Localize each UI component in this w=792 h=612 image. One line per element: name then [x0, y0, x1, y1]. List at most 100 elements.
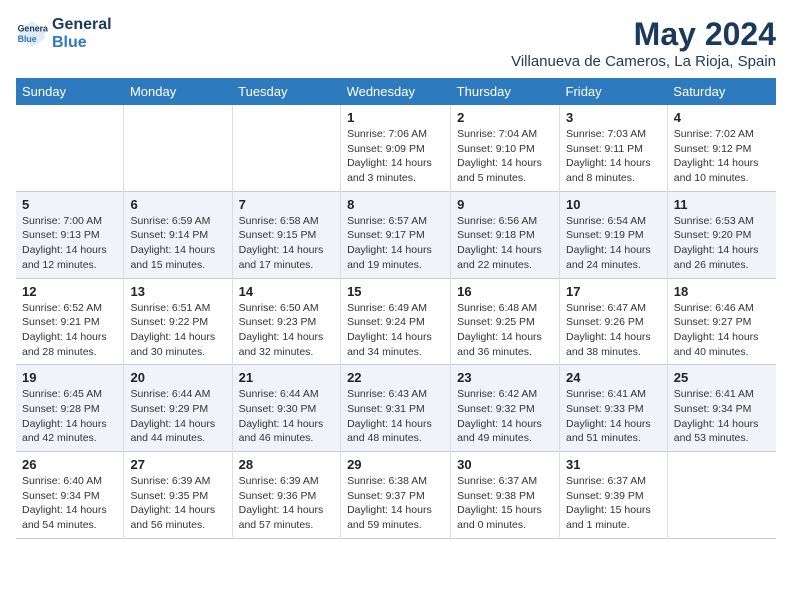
day-number: 31 [566, 457, 661, 472]
col-header-saturday: Saturday [667, 78, 776, 105]
day-number: 6 [130, 197, 225, 212]
calendar-cell: 4 Sunrise: 7:02 AMSunset: 9:12 PMDaylight… [667, 105, 776, 191]
day-info: Sunrise: 6:38 AMSunset: 9:37 PMDaylight:… [347, 474, 444, 533]
day-info: Sunrise: 6:39 AMSunset: 9:36 PMDaylight:… [239, 474, 334, 533]
day-number: 8 [347, 197, 444, 212]
day-info: Sunrise: 6:44 AMSunset: 9:29 PMDaylight:… [130, 387, 225, 446]
calendar-cell: 1Sunrise: 7:06 AMSunset: 9:09 PMDaylight… [341, 105, 451, 191]
calendar-cell: 16 Sunrise: 6:48 AMSunset: 9:25 PMDayligh… [451, 278, 560, 365]
calendar-header-row: SundayMondayTuesdayWednesdayThursdayFrid… [16, 78, 776, 105]
day-info: Sunrise: 6:37 AMSunset: 9:39 PMDaylight:… [566, 474, 661, 533]
day-info: Sunrise: 7:00 AMSunset: 9:13 PMDaylight:… [22, 214, 117, 273]
day-number: 22 [347, 370, 444, 385]
day-number: 13 [130, 284, 225, 299]
day-number: 12 [22, 284, 117, 299]
location-subtitle: Villanueva de Cameros, La Rioja, Spain [511, 53, 776, 70]
page-header: General Blue General Blue May 2024 Villa… [16, 16, 776, 70]
calendar-cell [124, 105, 232, 191]
calendar-cell: 2 Sunrise: 7:04 AMSunset: 9:10 PMDaylight… [451, 105, 560, 191]
day-number: 26 [22, 457, 117, 472]
logo-icon: General Blue [16, 18, 48, 50]
day-number: 28 [239, 457, 334, 472]
calendar-cell: 6 Sunrise: 6:59 AMSunset: 9:14 PMDaylight… [124, 191, 232, 278]
day-number: 18 [674, 284, 770, 299]
calendar-cell: 26 Sunrise: 6:40 AMSunset: 9:34 PMDayligh… [16, 452, 124, 539]
calendar-cell: 23 Sunrise: 6:42 AMSunset: 9:32 PMDayligh… [451, 365, 560, 452]
logo-text-general: General [52, 16, 112, 34]
day-number: 4 [674, 110, 770, 125]
calendar-cell: 7 Sunrise: 6:58 AMSunset: 9:15 PMDaylight… [232, 191, 340, 278]
day-info: Sunrise: 6:44 AMSunset: 9:30 PMDaylight:… [239, 387, 334, 446]
calendar-cell: 8 Sunrise: 6:57 AMSunset: 9:17 PMDaylight… [341, 191, 451, 278]
day-number: 2 [457, 110, 553, 125]
col-header-sunday: Sunday [16, 78, 124, 105]
calendar-cell: 17 Sunrise: 6:47 AMSunset: 9:26 PMDayligh… [560, 278, 668, 365]
day-info: Sunrise: 6:50 AMSunset: 9:23 PMDaylight:… [239, 301, 334, 360]
calendar-week-row: 1Sunrise: 7:06 AMSunset: 9:09 PMDaylight… [16, 105, 776, 191]
calendar-cell [667, 452, 776, 539]
day-info: Sunrise: 6:40 AMSunset: 9:34 PMDaylight:… [22, 474, 117, 533]
calendar-week-row: 5 Sunrise: 7:00 AMSunset: 9:13 PMDaylight… [16, 191, 776, 278]
day-info: Sunrise: 7:06 AMSunset: 9:09 PMDaylight:… [347, 127, 444, 186]
day-info: Sunrise: 6:58 AMSunset: 9:15 PMDaylight:… [239, 214, 334, 273]
calendar-cell: 29 Sunrise: 6:38 AMSunset: 9:37 PMDayligh… [341, 452, 451, 539]
day-info: Sunrise: 6:57 AMSunset: 9:17 PMDaylight:… [347, 214, 444, 273]
calendar-cell: 13Sunrise: 6:51 AMSunset: 9:22 PMDayligh… [124, 278, 232, 365]
svg-text:Blue: Blue [18, 34, 37, 44]
calendar-cell: 20 Sunrise: 6:44 AMSunset: 9:29 PMDayligh… [124, 365, 232, 452]
logo-text-blue: Blue [52, 34, 112, 52]
day-info: Sunrise: 6:54 AMSunset: 9:19 PMDaylight:… [566, 214, 661, 273]
calendar-cell: 5 Sunrise: 7:00 AMSunset: 9:13 PMDaylight… [16, 191, 124, 278]
day-info: Sunrise: 6:59 AMSunset: 9:14 PMDaylight:… [130, 214, 225, 273]
day-number: 10 [566, 197, 661, 212]
day-number: 15 [347, 284, 444, 299]
calendar-cell: 22 Sunrise: 6:43 AMSunset: 9:31 PMDayligh… [341, 365, 451, 452]
day-number: 20 [130, 370, 225, 385]
day-number: 23 [457, 370, 553, 385]
calendar-week-row: 19 Sunrise: 6:45 AMSunset: 9:28 PMDayligh… [16, 365, 776, 452]
calendar-cell: 14 Sunrise: 6:50 AMSunset: 9:23 PMDayligh… [232, 278, 340, 365]
day-number: 16 [457, 284, 553, 299]
day-info: Sunrise: 6:49 AMSunset: 9:24 PMDaylight:… [347, 301, 444, 360]
calendar-cell: 15 Sunrise: 6:49 AMSunset: 9:24 PMDayligh… [341, 278, 451, 365]
day-number: 14 [239, 284, 334, 299]
day-number: 3 [566, 110, 661, 125]
day-number: 7 [239, 197, 334, 212]
day-number: 17 [566, 284, 661, 299]
day-info: Sunrise: 6:47 AMSunset: 9:26 PMDaylight:… [566, 301, 661, 360]
day-info: Sunrise: 6:41 AMSunset: 9:33 PMDaylight:… [566, 387, 661, 446]
day-number: 21 [239, 370, 334, 385]
day-info: Sunrise: 6:43 AMSunset: 9:31 PMDaylight:… [347, 387, 444, 446]
col-header-wednesday: Wednesday [341, 78, 451, 105]
col-header-monday: Monday [124, 78, 232, 105]
calendar-cell: 30Sunrise: 6:37 AMSunset: 9:38 PMDayligh… [451, 452, 560, 539]
calendar-week-row: 26 Sunrise: 6:40 AMSunset: 9:34 PMDayligh… [16, 452, 776, 539]
day-info: Sunrise: 7:04 AMSunset: 9:10 PMDaylight:… [457, 127, 553, 186]
day-number: 24 [566, 370, 661, 385]
logo: General Blue General Blue [16, 16, 112, 51]
day-info: Sunrise: 7:03 AMSunset: 9:11 PMDaylight:… [566, 127, 661, 186]
col-header-tuesday: Tuesday [232, 78, 340, 105]
day-info: Sunrise: 6:48 AMSunset: 9:25 PMDaylight:… [457, 301, 553, 360]
calendar-cell: 11Sunrise: 6:53 AMSunset: 9:20 PMDayligh… [667, 191, 776, 278]
calendar-cell: 12Sunrise: 6:52 AMSunset: 9:21 PMDayligh… [16, 278, 124, 365]
day-info: Sunrise: 6:42 AMSunset: 9:32 PMDaylight:… [457, 387, 553, 446]
calendar-cell: 3 Sunrise: 7:03 AMSunset: 9:11 PMDaylight… [560, 105, 668, 191]
day-info: Sunrise: 6:41 AMSunset: 9:34 PMDaylight:… [674, 387, 770, 446]
col-header-thursday: Thursday [451, 78, 560, 105]
day-number: 27 [130, 457, 225, 472]
day-info: Sunrise: 6:45 AMSunset: 9:28 PMDaylight:… [22, 387, 117, 446]
day-number: 5 [22, 197, 117, 212]
day-info: Sunrise: 6:53 AMSunset: 9:20 PMDaylight:… [674, 214, 770, 273]
day-number: 19 [22, 370, 117, 385]
day-info: Sunrise: 7:02 AMSunset: 9:12 PMDaylight:… [674, 127, 770, 186]
day-number: 25 [674, 370, 770, 385]
day-info: Sunrise: 6:37 AMSunset: 9:38 PMDaylight:… [457, 474, 553, 533]
day-number: 29 [347, 457, 444, 472]
day-info: Sunrise: 6:39 AMSunset: 9:35 PMDaylight:… [130, 474, 225, 533]
day-info: Sunrise: 6:46 AMSunset: 9:27 PMDaylight:… [674, 301, 770, 360]
calendar-week-row: 12Sunrise: 6:52 AMSunset: 9:21 PMDayligh… [16, 278, 776, 365]
title-block: May 2024 Villanueva de Cameros, La Rioja… [511, 16, 776, 70]
calendar-cell: 19 Sunrise: 6:45 AMSunset: 9:28 PMDayligh… [16, 365, 124, 452]
calendar-cell: 21 Sunrise: 6:44 AMSunset: 9:30 PMDayligh… [232, 365, 340, 452]
